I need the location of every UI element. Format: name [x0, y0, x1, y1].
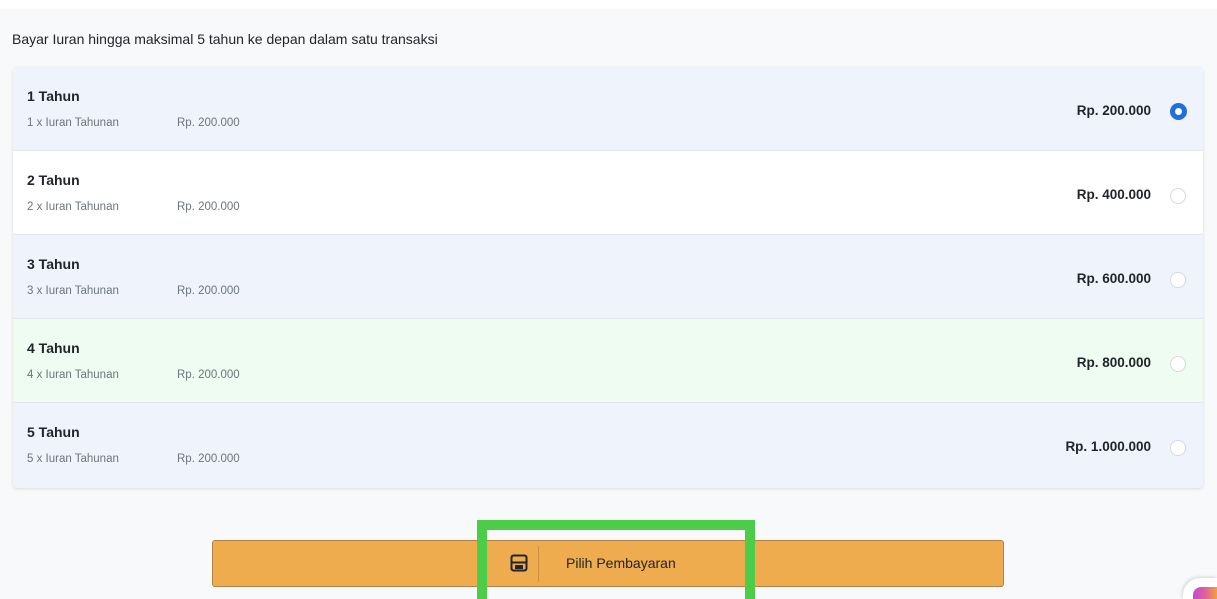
option-1-tahun[interactable]: 1 Tahun 1 x Iuran Tahunan Rp. 200.000 Rp…: [13, 67, 1203, 151]
option-title: 4 Tahun: [27, 340, 80, 356]
chat-widget-icon: [1193, 587, 1217, 599]
intro-text: Bayar Iuran hingga maksimal 5 tahun ke d…: [12, 31, 438, 47]
pilih-pembayaran-label: Pilih Pembayaran: [566, 555, 676, 571]
option-total: Rp. 600.000: [1076, 271, 1151, 286]
option-subtitle: 4 x Iuran Tahunan: [27, 369, 119, 381]
option-unit-price: Rp. 200.000: [177, 201, 240, 213]
button-divider: [538, 546, 539, 582]
option-radio[interactable]: [1170, 103, 1187, 120]
payment-options-list: 1 Tahun 1 x Iuran Tahunan Rp. 200.000 Rp…: [13, 67, 1203, 488]
option-total: Rp. 800.000: [1076, 355, 1151, 370]
option-radio[interactable]: [1170, 188, 1186, 204]
option-unit-price: Rp. 200.000: [177, 369, 240, 381]
option-unit-price: Rp. 200.000: [177, 453, 240, 465]
option-total: Rp. 200.000: [1076, 103, 1151, 118]
option-unit-price: Rp. 200.000: [177, 285, 240, 297]
option-3-tahun[interactable]: 3 Tahun 3 x Iuran Tahunan Rp. 200.000 Rp…: [13, 235, 1203, 319]
option-subtitle: 5 x Iuran Tahunan: [27, 453, 119, 465]
option-title: 3 Tahun: [27, 256, 80, 272]
save-icon: [510, 554, 528, 572]
option-unit-price: Rp. 200.000: [177, 117, 240, 129]
option-subtitle: 3 x Iuran Tahunan: [27, 285, 119, 297]
option-subtitle: 2 x Iuran Tahunan: [27, 201, 119, 213]
option-title: 2 Tahun: [27, 172, 80, 188]
option-title: 1 Tahun: [27, 88, 80, 104]
option-radio[interactable]: [1170, 440, 1186, 456]
top-band: [0, 0, 1217, 9]
option-4-tahun[interactable]: 4 Tahun 4 x Iuran Tahunan Rp. 200.000 Rp…: [13, 319, 1203, 403]
option-radio[interactable]: [1170, 272, 1186, 288]
option-subtitle: 1 x Iuran Tahunan: [27, 117, 119, 129]
option-5-tahun[interactable]: 5 Tahun 5 x Iuran Tahunan Rp. 200.000 Rp…: [13, 403, 1203, 488]
option-title: 5 Tahun: [27, 424, 80, 440]
option-total: Rp. 400.000: [1076, 187, 1151, 202]
option-radio[interactable]: [1170, 356, 1186, 372]
option-2-tahun[interactable]: 2 Tahun 2 x Iuran Tahunan Rp. 200.000 Rp…: [13, 151, 1203, 235]
option-total: Rp. 1.000.000: [1065, 439, 1151, 454]
